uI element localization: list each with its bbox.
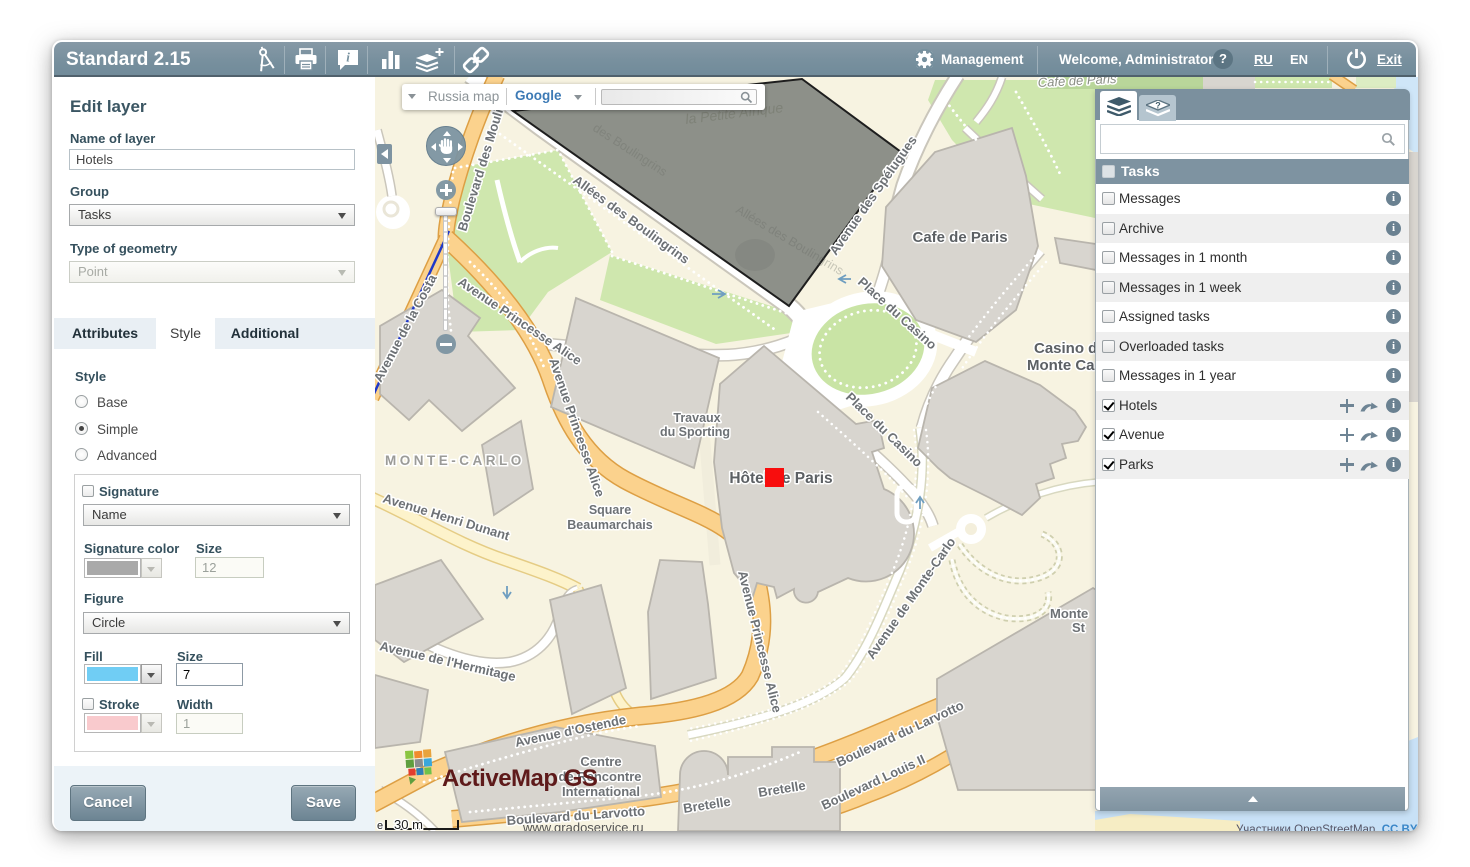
svg-text:www.gradoservice.ru: www.gradoservice.ru [522, 820, 644, 831]
svg-text:i: i [346, 50, 350, 65]
svg-text:30 m: 30 m [394, 817, 423, 831]
svg-text:du Sporting: du Sporting [660, 425, 730, 439]
svg-text:Monte Ca: Monte Ca [1027, 357, 1095, 374]
svg-text:Monte: Monte [1050, 606, 1088, 621]
svg-text:St: St [1072, 620, 1086, 635]
svg-text:Beaumarchais: Beaumarchais [567, 518, 653, 532]
svg-text:e: e [377, 820, 383, 831]
svg-text:ActiveMap GS: ActiveMap GS [442, 765, 598, 792]
svg-text:Square: Square [589, 503, 631, 517]
svg-text:MONTE-CARLO: MONTE-CARLO [385, 453, 525, 468]
svg-text:Cafe de Paris: Cafe de Paris [912, 229, 1007, 246]
svg-text:Travaux: Travaux [673, 411, 720, 425]
svg-text:Casino d: Casino d [1034, 340, 1097, 357]
svg-text:?: ? [1155, 101, 1161, 111]
svg-text:Участники OpenStreetMap, CC BY: Участники OpenStreetMap, CC BY [1236, 824, 1418, 831]
